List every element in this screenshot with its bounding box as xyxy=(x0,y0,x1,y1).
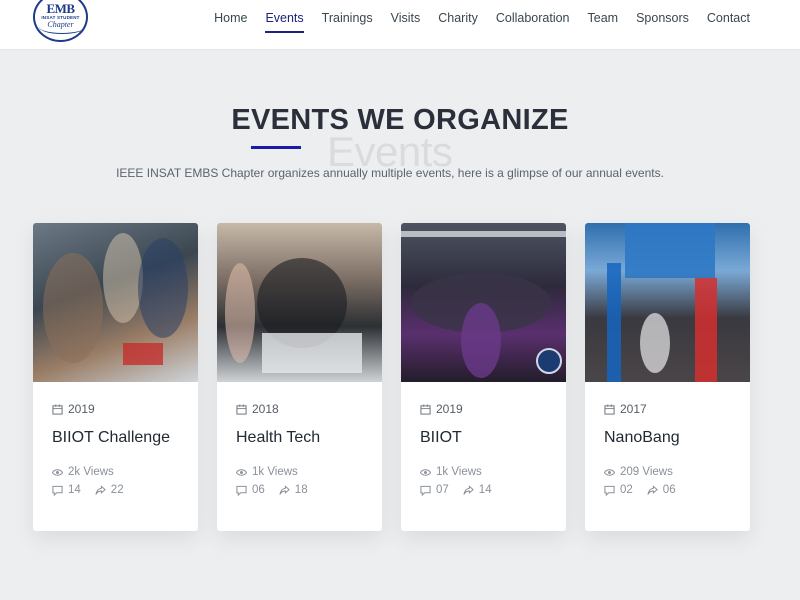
event-card[interactable]: 2017 NanoBang 209 Views 02 06 xyxy=(585,223,750,531)
event-views-count: 1k Views xyxy=(252,466,298,478)
photo-pillar xyxy=(607,263,621,382)
photo-pillar xyxy=(695,278,717,382)
share-icon[interactable] xyxy=(463,484,474,496)
event-title[interactable]: Health Tech xyxy=(236,429,382,447)
eye-icon xyxy=(420,468,431,476)
event-title[interactable]: BIIOT xyxy=(420,429,566,447)
share-icon[interactable] xyxy=(95,484,106,496)
main-nav: Home Events Trainings Visits Charity Col… xyxy=(196,0,750,38)
share-icon[interactable] xyxy=(647,484,658,496)
photo-object xyxy=(123,343,163,365)
event-views: 1k Views xyxy=(236,466,382,478)
event-shares-count: 18 xyxy=(294,484,308,496)
nav-contact[interactable]: Contact xyxy=(707,0,750,38)
event-photo[interactable] xyxy=(401,223,566,382)
card-body: 2017 NanoBang 209 Views 02 06 xyxy=(585,382,750,496)
card-body: 2019 BIIOT Challenge 2k Views 14 22 xyxy=(33,382,198,496)
event-shares-count: 22 xyxy=(110,484,124,496)
event-year: 2017 xyxy=(620,402,647,416)
event-date: 2019 xyxy=(52,402,198,416)
event-cards: 2019 BIIOT Challenge 2k Views 14 22 2018… xyxy=(33,223,753,531)
logo-text-main: EMB xyxy=(46,1,75,16)
photo-figure xyxy=(138,238,188,338)
event-views-count: 2k Views xyxy=(68,466,114,478)
card-body: 2019 BIIOT 1k Views 07 14 xyxy=(401,382,566,496)
photo-figure xyxy=(43,253,103,363)
event-views: 2k Views xyxy=(52,466,198,478)
eye-icon xyxy=(604,468,615,476)
eye-icon xyxy=(236,468,247,476)
title-underline xyxy=(251,146,301,149)
event-comments-count: 07 xyxy=(436,484,449,496)
event-comments-count: 02 xyxy=(620,484,633,496)
calendar-icon xyxy=(420,403,431,415)
photo-ceiling-light xyxy=(401,231,566,237)
event-title[interactable]: NanoBang xyxy=(604,429,750,447)
event-views-count: 209 Views xyxy=(620,466,673,478)
nav-home[interactable]: Home xyxy=(214,0,247,38)
chapter-logo[interactable]: EMB INSAT STUDENT Chapter xyxy=(33,0,88,42)
calendar-icon xyxy=(52,403,63,415)
calendar-icon xyxy=(236,403,247,415)
event-card[interactable]: 2019 BIIOT 1k Views 07 14 xyxy=(401,223,566,531)
event-card[interactable]: 2018 Health Tech 1k Views 06 18 xyxy=(217,223,382,531)
event-stats: 07 14 xyxy=(420,484,566,496)
nav-team[interactable]: Team xyxy=(588,0,619,38)
photo-figure xyxy=(225,263,255,363)
event-card[interactable]: 2019 BIIOT Challenge 2k Views 14 22 xyxy=(33,223,198,531)
photo-figure xyxy=(461,303,501,378)
event-title[interactable]: BIIOT Challenge xyxy=(52,429,198,447)
calendar-icon xyxy=(604,403,615,415)
event-shares-count: 06 xyxy=(662,484,676,496)
eye-icon xyxy=(52,468,63,476)
event-date: 2019 xyxy=(420,402,566,416)
event-views: 209 Views xyxy=(604,466,750,478)
nav-collaboration[interactable]: Collaboration xyxy=(496,0,570,38)
event-comments-count: 14 xyxy=(68,484,81,496)
photo-figure xyxy=(640,313,670,373)
event-date: 2018 xyxy=(236,402,382,416)
nav-events[interactable]: Events xyxy=(265,0,304,38)
event-year: 2019 xyxy=(436,402,463,416)
nav-sponsors[interactable]: Sponsors xyxy=(636,0,689,38)
event-date: 2017 xyxy=(604,402,750,416)
comment-icon[interactable] xyxy=(52,485,63,496)
nav-visits[interactable]: Visits xyxy=(391,0,421,38)
share-icon[interactable] xyxy=(279,484,290,496)
event-photo[interactable] xyxy=(585,223,750,382)
photo-banner xyxy=(625,223,715,278)
logo-swoosh xyxy=(39,20,85,34)
nav-trainings[interactable]: Trainings xyxy=(322,0,373,38)
photo-figure xyxy=(103,233,143,323)
section-title: EVENTS WE ORGANIZE xyxy=(231,104,569,136)
event-photo[interactable] xyxy=(33,223,198,382)
event-stats: 02 06 xyxy=(604,484,750,496)
event-shares-count: 14 xyxy=(478,484,492,496)
navbar: EMB INSAT STUDENT Chapter Home Events Tr… xyxy=(0,0,800,50)
event-views: 1k Views xyxy=(420,466,566,478)
comment-icon[interactable] xyxy=(420,485,431,496)
event-comments-count: 06 xyxy=(252,484,265,496)
event-views-count: 1k Views xyxy=(436,466,482,478)
event-stats: 14 22 xyxy=(52,484,198,496)
card-body: 2018 Health Tech 1k Views 06 18 xyxy=(217,382,382,496)
event-stats: 06 18 xyxy=(236,484,382,496)
comment-icon[interactable] xyxy=(236,485,247,496)
nav-charity[interactable]: Charity xyxy=(438,0,478,38)
photo-object xyxy=(262,333,362,373)
event-year: 2019 xyxy=(68,402,95,416)
event-photo[interactable] xyxy=(217,223,382,382)
event-year: 2018 xyxy=(252,402,279,416)
photo-badge xyxy=(536,348,562,374)
section-subtitle: IEEE INSAT EMBS Chapter organizes annual… xyxy=(116,166,664,180)
comment-icon[interactable] xyxy=(604,485,615,496)
